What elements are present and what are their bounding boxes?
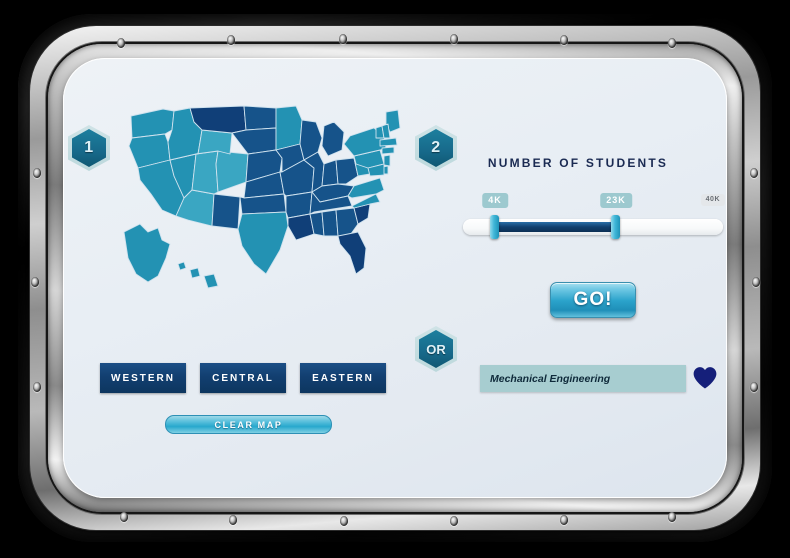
slider-min-value-label: 4K: [482, 193, 508, 208]
region-button-central-label: CENTRAL: [212, 372, 274, 384]
app-root: 1 WESTERN CENTRAL EASTERN CLEAR MAP 2 NU…: [0, 0, 790, 558]
rivet-top-6: [668, 38, 676, 48]
rivet-bottom-6: [668, 512, 676, 522]
or-label: OR: [426, 341, 446, 357]
state-nj[interactable]: [383, 154, 391, 167]
screen-panel: 1 WESTERN CENTRAL EASTERN CLEAR MAP 2 NU…: [63, 58, 727, 498]
state-va[interactable]: [347, 177, 385, 199]
clear-map-label: CLEAR MAP: [214, 419, 283, 430]
rivet-top-3: [339, 34, 347, 44]
state-fl[interactable]: [337, 231, 367, 275]
rivet-right-3: [750, 382, 758, 392]
state-tx[interactable]: [237, 211, 289, 275]
slider-selected-range: [494, 222, 614, 232]
rivet-top-4: [450, 34, 458, 44]
rivet-right-1: [750, 168, 758, 178]
state-co[interactable]: [215, 150, 249, 193]
state-ak[interactable]: [123, 223, 171, 283]
state-hi-3[interactable]: [203, 273, 219, 289]
rivet-bottom-4: [450, 516, 458, 526]
state-nm[interactable]: [211, 193, 241, 230]
students-range-slider[interactable]: 4K 23K 40K: [463, 193, 725, 239]
rivet-top-1: [117, 38, 125, 48]
step-2-label: 2: [431, 139, 441, 156]
state-mi[interactable]: [321, 121, 345, 157]
region-button-eastern[interactable]: EASTERN: [300, 363, 386, 393]
rivet-bottom-5: [560, 515, 568, 525]
state-wy[interactable]: [195, 129, 233, 155]
slider-scale-max-label: 40K: [700, 194, 725, 206]
region-button-eastern-label: EASTERN: [312, 372, 374, 384]
rivet-bottom-2: [229, 515, 237, 525]
go-button[interactable]: GO!: [550, 282, 636, 318]
clear-map-button[interactable]: CLEAR MAP: [165, 415, 332, 434]
us-map-svg[interactable]: [118, 98, 408, 298]
region-button-western-label: WESTERN: [111, 372, 175, 384]
rivet-top-2: [227, 35, 235, 45]
state-ct[interactable]: [381, 146, 395, 155]
step-1-label: 1: [84, 139, 94, 156]
rivet-right-2: [752, 277, 760, 287]
or-badge: OR: [415, 326, 457, 372]
page-title: NUMBER OF STUDENTS: [487, 156, 669, 170]
slider-max-value-label: 23K: [600, 193, 632, 208]
step-1-badge: 1: [68, 125, 110, 171]
state-in[interactable]: [321, 159, 339, 187]
major-search-value: Mechanical Engineering: [490, 372, 611, 385]
state-ut[interactable]: [191, 150, 219, 195]
state-sd[interactable]: [231, 127, 277, 155]
state-nd[interactable]: [243, 105, 277, 131]
state-la[interactable]: [287, 213, 315, 241]
rivet-bottom-1: [120, 512, 128, 522]
go-button-label: GO!: [573, 289, 613, 310]
rivet-left-2: [31, 277, 39, 287]
state-al[interactable]: [321, 209, 339, 237]
heart-icon[interactable]: [691, 364, 719, 392]
us-states-map[interactable]: [118, 98, 408, 298]
slider-handle-max[interactable]: [611, 215, 620, 239]
state-hi-2[interactable]: [189, 267, 201, 279]
rivet-left-1: [33, 168, 41, 178]
heart-icon-svg: [693, 367, 717, 389]
rivet-bottom-3: [340, 516, 348, 526]
region-button-western[interactable]: WESTERN: [100, 363, 186, 393]
state-hi[interactable]: [177, 261, 187, 271]
state-wa[interactable]: [130, 108, 175, 139]
rivet-top-5: [560, 35, 568, 45]
region-button-central[interactable]: CENTRAL: [200, 363, 286, 393]
slider-handle-min[interactable]: [490, 215, 499, 239]
rivet-left-3: [33, 382, 41, 392]
state-mn[interactable]: [275, 105, 303, 151]
major-search-input[interactable]: Mechanical Engineering: [480, 365, 686, 392]
region-buttons-row: WESTERN CENTRAL EASTERN: [100, 363, 386, 393]
